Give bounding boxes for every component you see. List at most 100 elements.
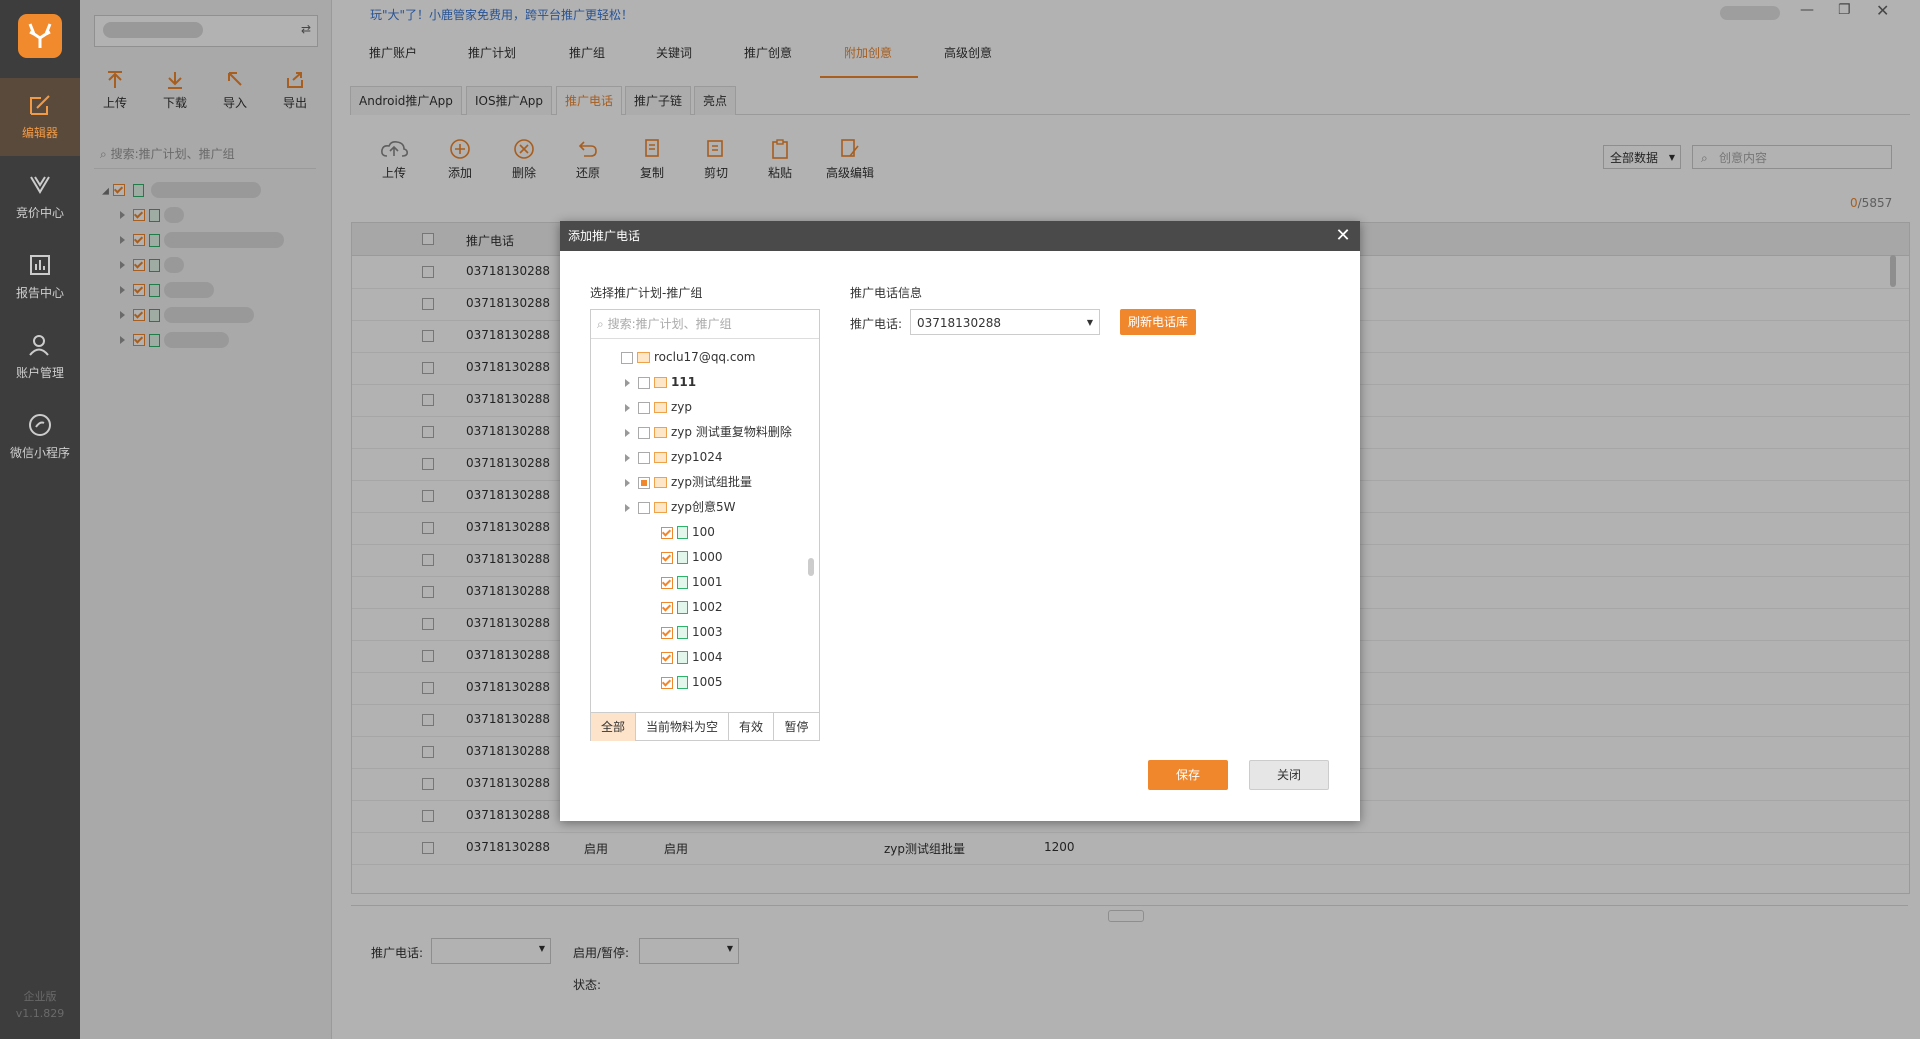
expand-arrow-icon (625, 378, 630, 387)
tree-checkbox[interactable] (638, 426, 650, 439)
tree-checkbox[interactable] (661, 626, 673, 639)
dialog-tree-group[interactable]: 1002 (661, 598, 723, 616)
group-name: 1003 (692, 625, 723, 639)
close-button[interactable]: 关闭 (1249, 760, 1329, 790)
tree-checkbox[interactable] (661, 676, 673, 689)
report-icon (30, 255, 50, 275)
group-icon (677, 526, 688, 539)
bid-icon (30, 176, 50, 194)
dialog-tree-plan[interactable]: zyp 测试重复物料删除 (625, 423, 792, 441)
tree-checkbox[interactable] (638, 501, 650, 514)
left-nav: 编辑器 竞价中心 报告中心 账户管理 微信小程序 企业版 v1.1.829 (0, 0, 80, 1039)
group-name: 1005 (692, 675, 723, 689)
dialog-tree-group[interactable]: 1000 (661, 548, 723, 566)
filter-valid-button[interactable]: 有效 (729, 713, 774, 741)
dialog-search-input[interactable]: ⌕ 搜索:推广计划、推广组 (591, 310, 819, 339)
group-name: 1001 (692, 575, 723, 589)
tree-checkbox[interactable] (661, 601, 673, 614)
plan-folder-icon (654, 502, 667, 513)
edition-label: 企业版 (23, 990, 57, 1003)
dialog-title-bar: 添加推广电话 ✕ (560, 221, 1360, 251)
plan-name: zyp测试组批量 (671, 475, 753, 489)
nav-item-label: 报告中心 (15, 286, 64, 300)
nav-item-wechat[interactable]: 微信小程序 (0, 398, 80, 476)
plan-folder-icon (654, 427, 667, 438)
dialog-tree-plan[interactable]: zyp测试组批量 (625, 473, 752, 491)
group-name: 1000 (692, 550, 723, 564)
tree-checkbox[interactable] (638, 401, 650, 414)
expand-arrow-icon (625, 503, 630, 512)
dialog-title: 添加推广电话 (568, 229, 641, 243)
plan-name: zyp 测试重复物料删除 (671, 425, 792, 439)
nav-item-editor[interactable]: 编辑器 (0, 78, 80, 156)
expand-arrow-icon (625, 428, 630, 437)
version-label: v1.1.829 (15, 1007, 65, 1020)
left-section-title: 选择推广计划-推广组 (590, 286, 703, 300)
add-phone-dialog: 添加推广电话 ✕ 选择推广计划-推广组 ⌕ 搜索:推广计划、推广组 roclu1… (560, 221, 1360, 821)
filter-paused-button[interactable]: 暂停 (774, 713, 819, 741)
expand-arrow-icon (625, 478, 630, 487)
expand-arrow-icon (625, 403, 630, 412)
group-icon (677, 626, 688, 639)
close-icon[interactable]: ✕ (1334, 227, 1352, 245)
search-icon: ⌕ (597, 317, 604, 331)
group-icon (677, 576, 688, 589)
nav-item-bid[interactable]: 竞价中心 (0, 158, 80, 236)
tree-checkbox[interactable] (638, 451, 650, 464)
plan-name: zyp1024 (671, 450, 723, 464)
tree-checkbox[interactable] (661, 551, 673, 564)
nav-item-report[interactable]: 报告中心 (0, 238, 80, 316)
dialog-tree-plan[interactable]: 111 (625, 373, 696, 391)
plan-folder-icon (654, 452, 667, 463)
plan-name: zyp (671, 400, 693, 414)
dialog-tree-account[interactable]: roclu17@qq.com (621, 348, 756, 366)
tree-checkbox[interactable] (661, 651, 673, 664)
tree-checkbox[interactable] (661, 526, 673, 539)
edit-icon (30, 95, 50, 115)
dialog-tree-group[interactable]: 1005 (661, 673, 723, 691)
tree-checkbox[interactable] (661, 576, 673, 589)
group-icon (677, 651, 688, 664)
dialog-tree-plan[interactable]: zyp (625, 398, 692, 416)
phone-select-value: 03718130288 (917, 316, 1001, 330)
plan-folder-icon (654, 377, 667, 388)
right-section-title: 推广电话信息 (850, 286, 923, 300)
tree-scrollbar[interactable] (808, 558, 814, 576)
wechat-icon (29, 414, 51, 436)
refresh-phone-library-button[interactable]: 刷新电话库 (1120, 309, 1196, 335)
plan-name: 111 (671, 375, 697, 389)
account-folder-icon (637, 352, 650, 363)
dialog-tree-group[interactable]: 1001 (661, 573, 723, 591)
group-name: 1002 (692, 600, 723, 614)
plan-name: zyp创意5W (671, 500, 736, 514)
nav-item-label: 编辑器 (21, 126, 58, 140)
dialog-tree-plan[interactable]: zyp1024 (625, 448, 723, 466)
chevron-down-icon: ▼ (1086, 318, 1093, 327)
dialog-tree-group[interactable]: 1003 (661, 623, 723, 641)
group-name: 100 (692, 525, 715, 539)
account-name: roclu17@qq.com (654, 350, 756, 364)
dialog-tree-group[interactable]: 100 (661, 523, 715, 541)
plan-group-tree-box: ⌕ 搜索:推广计划、推广组 roclu17@qq.com 111 zyp zyp… (590, 309, 820, 741)
tree-checkbox[interactable] (621, 351, 633, 364)
dialog-tree-plan[interactable]: zyp创意5W (625, 498, 736, 516)
group-icon (677, 676, 688, 689)
phone-select[interactable]: 03718130288 ▼ (910, 309, 1100, 335)
nav-item-label: 账户管理 (15, 366, 64, 380)
dialog-tree-group[interactable]: 1004 (661, 648, 723, 666)
filter-empty-button[interactable]: 当前物料为空 (636, 713, 729, 741)
group-name: 1004 (692, 650, 723, 664)
tree-checkbox[interactable] (638, 376, 650, 389)
app-logo (18, 14, 62, 58)
filter-all-button[interactable]: 全部 (591, 713, 636, 741)
dialog-search-placeholder: 搜索:推广计划、推广组 (607, 317, 732, 331)
user-icon (29, 335, 49, 356)
group-icon (677, 601, 688, 614)
nav-item-label: 竞价中心 (15, 206, 64, 220)
expand-arrow-icon (625, 453, 630, 462)
tree-checkbox[interactable] (638, 476, 650, 489)
version-info: 企业版 v1.1.829 (0, 988, 80, 1022)
save-button[interactable]: 保存 (1148, 760, 1228, 790)
plan-folder-icon (654, 477, 667, 488)
nav-item-account[interactable]: 账户管理 (0, 318, 80, 396)
